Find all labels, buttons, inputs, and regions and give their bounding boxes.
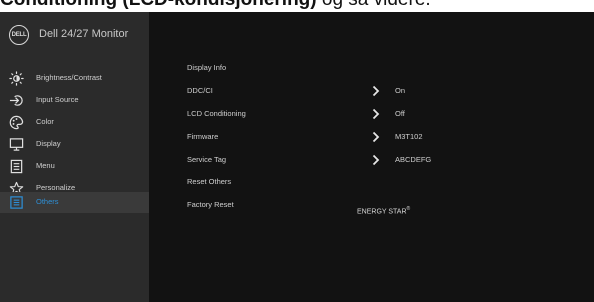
row-value: M3T102 bbox=[395, 132, 423, 141]
sidebar-item-display[interactable]: Display bbox=[0, 134, 149, 155]
caption-normal: og så videre. bbox=[317, 0, 431, 10]
row-label: LCD Conditioning bbox=[187, 109, 246, 118]
row-value: ABCDEFG bbox=[395, 155, 432, 164]
row-label: Display Info bbox=[187, 63, 227, 72]
sidebar-item-label: Input Source bbox=[36, 95, 79, 104]
others-row-lcd-conditioning[interactable]: LCD Conditioning Off bbox=[149, 104, 594, 125]
sidebar-item-label: Brightness/Contrast bbox=[36, 73, 102, 82]
sidebar-item-others[interactable]: Others bbox=[0, 192, 149, 213]
others-row-reset-others[interactable]: Reset Others bbox=[149, 172, 594, 193]
chevron-right-icon bbox=[372, 85, 380, 97]
model-name: Dell 24/27 Monitor bbox=[39, 28, 129, 40]
page-caption: Conditioning (LCD-kondisjonering) og så … bbox=[0, 0, 594, 11]
sidebar-item-label: Others bbox=[36, 197, 59, 206]
chevron-right-icon bbox=[372, 154, 380, 166]
color-palette-icon bbox=[9, 115, 24, 130]
others-icon bbox=[9, 195, 24, 210]
row-label: Service Tag bbox=[187, 155, 227, 164]
others-row-ddc-ci[interactable]: DDC/CI On bbox=[149, 81, 594, 102]
caption-bold: Conditioning (LCD-kondisjonering) bbox=[0, 0, 317, 10]
row-label: Factory Reset bbox=[187, 200, 234, 209]
chevron-right-icon bbox=[372, 131, 380, 143]
others-row-display-info[interactable]: Display Info bbox=[149, 58, 594, 79]
energy-star-text: ENERGY STAR bbox=[357, 208, 407, 216]
sidebar-item-label: Display bbox=[36, 139, 61, 148]
brightness-icon bbox=[9, 71, 24, 86]
input-source-icon bbox=[9, 93, 24, 108]
row-label: Firmware bbox=[187, 132, 219, 141]
menu-icon bbox=[9, 159, 24, 174]
energy-star-label: ENERGY STAR® bbox=[357, 206, 410, 215]
osd-menu: DELL Dell 24/27 Monitor Brightness/Contr… bbox=[0, 12, 594, 302]
sidebar-item-label: Menu bbox=[36, 161, 55, 170]
others-row-service-tag[interactable]: Service Tag ABCDEFG bbox=[149, 150, 594, 171]
display-icon bbox=[9, 137, 24, 152]
dell-logo: DELL bbox=[9, 25, 29, 45]
row-label: Reset Others bbox=[187, 177, 232, 186]
sidebar-item-label: Personalize bbox=[36, 183, 76, 192]
row-value: Off bbox=[395, 109, 405, 118]
sidebar-item-brightness-contrast[interactable]: Brightness/Contrast bbox=[0, 68, 149, 89]
sidebar: DELL Dell 24/27 Monitor Brightness/Contr… bbox=[0, 12, 149, 302]
row-label: DDC/CI bbox=[187, 86, 213, 95]
registered-mark: ® bbox=[406, 206, 411, 212]
chevron-right-icon bbox=[372, 108, 380, 120]
sidebar-item-input-source[interactable]: Input Source bbox=[0, 90, 149, 111]
sidebar-item-label: Color bbox=[36, 117, 54, 126]
row-value: On bbox=[395, 86, 406, 95]
sidebar-item-menu[interactable]: Menu bbox=[0, 156, 149, 177]
osd-header: DELL Dell 24/27 Monitor bbox=[0, 12, 149, 54]
others-row-firmware[interactable]: Firmware M3T102 bbox=[149, 127, 594, 148]
sidebar-item-color[interactable]: Color bbox=[0, 112, 149, 133]
